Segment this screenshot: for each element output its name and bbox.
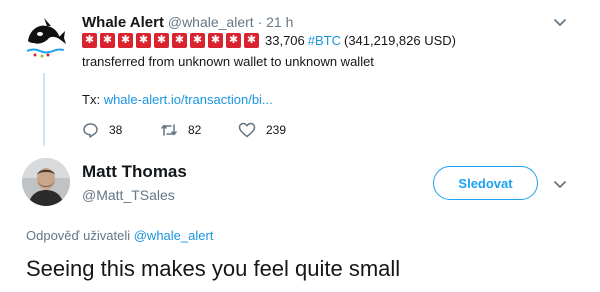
like-action[interactable]: 239 bbox=[238, 122, 286, 138]
alert-emoji-icon: ✱ bbox=[118, 33, 133, 48]
alert-row: ✱ ✱ ✱ ✱ ✱ ✱ ✱ ✱ ✱ ✱ 33,706 #BTC (341,219,826 USD) bbox=[82, 33, 456, 48]
separator-dot: · bbox=[257, 14, 263, 30]
whale-alert-avatar[interactable] bbox=[22, 14, 68, 60]
alert-emoji-icon: ✱ bbox=[136, 33, 151, 48]
tweet2-text: Seeing this makes you feel quite small bbox=[26, 256, 401, 281]
reply-to-handle[interactable]: @whale_alert bbox=[134, 228, 214, 243]
alert-emoji-icon: ✱ bbox=[172, 33, 187, 48]
alert-emoji-row: ✱ ✱ ✱ ✱ ✱ ✱ ✱ ✱ ✱ ✱ bbox=[82, 33, 259, 48]
like-count: 239 bbox=[266, 123, 287, 137]
retweet-icon bbox=[161, 124, 177, 136]
reply-count: 38 bbox=[109, 123, 123, 137]
hashtag-link[interactable]: #BTC bbox=[308, 33, 341, 48]
alert-emoji-icon: ✱ bbox=[190, 33, 205, 48]
profile-photo-icon bbox=[22, 158, 70, 206]
tx-label: Tx: bbox=[82, 92, 101, 107]
tx-link[interactable]: whale-alert.io/transaction/bi... bbox=[104, 92, 273, 107]
reply-action[interactable]: 38 bbox=[82, 122, 122, 138]
alert-emoji-icon: ✱ bbox=[244, 33, 259, 48]
alert-emoji-icon: ✱ bbox=[226, 33, 241, 48]
matt-thomas-avatar[interactable] bbox=[22, 158, 70, 206]
heart-icon bbox=[238, 122, 256, 138]
author-handle[interactable]: @whale_alert bbox=[168, 14, 254, 30]
follow-button[interactable]: Sledovat bbox=[433, 166, 538, 200]
usd-amount: (341,219,826 USD) bbox=[344, 33, 457, 48]
reply-to-label: Odpověď uživateli bbox=[26, 228, 131, 243]
thread-connector-line bbox=[43, 73, 45, 146]
tx-line: Tx: whale-alert.io/transaction/bi... bbox=[82, 92, 273, 107]
tweet1-text: transferred from unknown wallet to unkno… bbox=[82, 54, 374, 69]
tweet-menu-chevron-icon[interactable] bbox=[552, 176, 568, 192]
author-name[interactable]: Whale Alert bbox=[82, 14, 164, 31]
reply-icon bbox=[83, 123, 98, 138]
reply-to-line: Odpověď uživateli @whale_alert bbox=[26, 228, 213, 243]
author-name[interactable]: Matt Thomas bbox=[82, 162, 187, 182]
whale-logo-icon bbox=[22, 14, 68, 60]
author-handle[interactable]: @Matt_TSales bbox=[82, 187, 175, 203]
timestamp[interactable]: 21 h bbox=[266, 14, 293, 30]
tweet1-header: Whale Alert @whale_alert · 21 h bbox=[82, 14, 293, 31]
alert-emoji-icon: ✱ bbox=[82, 33, 97, 48]
retweet-count: 82 bbox=[188, 123, 202, 137]
alert-emoji-icon: ✱ bbox=[208, 33, 223, 48]
alert-emoji-icon: ✱ bbox=[100, 33, 115, 48]
btc-amount: 33,706 bbox=[265, 33, 305, 48]
retweet-action[interactable]: 82 bbox=[160, 122, 201, 138]
tweet-menu-chevron-icon[interactable] bbox=[552, 14, 568, 30]
alert-emoji-icon: ✱ bbox=[154, 33, 169, 48]
